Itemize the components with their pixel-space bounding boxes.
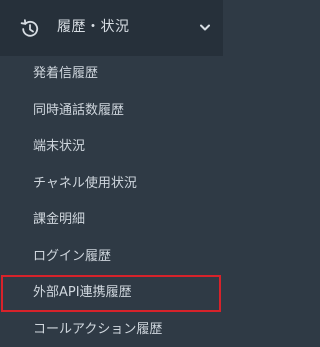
menu-item-login-history[interactable]: ログイン履歴 xyxy=(0,239,223,276)
sidebar-panel: 履歴・状況 発着信履歴 同時通話数履歴 端末状況 チャネル使用状況 課金明細 ロ… xyxy=(0,0,223,347)
menu-item-label: ログイン履歴 xyxy=(33,248,112,264)
menu-item-call-action-history[interactable]: コールアクション履歴 xyxy=(0,312,223,347)
menu-item-label: 課金明細 xyxy=(33,212,86,227)
chevron-down-icon[interactable] xyxy=(200,24,210,32)
menu-item-channel-usage[interactable]: チャネル使用状況 xyxy=(0,166,223,203)
section-header-history[interactable]: 履歴・状況 xyxy=(0,0,223,56)
menu-item-concurrent-calls-history[interactable]: 同時通話数履歴 xyxy=(0,93,223,130)
menu-item-device-status[interactable]: 端末状況 xyxy=(0,129,223,166)
section-title: 履歴・状況 xyxy=(57,19,130,35)
menu-item-call-history[interactable]: 発着信履歴 xyxy=(0,56,223,93)
menu-item-external-api-history[interactable]: 外部API連携履歴 xyxy=(1,275,221,312)
menu-item-label: 同時通話数履歴 xyxy=(33,102,125,118)
history-icon xyxy=(20,19,39,37)
menu-item-billing-details[interactable]: 課金明細 xyxy=(0,202,223,239)
history-menu: 発着信履歴 同時通話数履歴 端末状況 チャネル使用状況 課金明細 ログイン履歴 … xyxy=(0,56,223,347)
menu-item-label: チャネル使用状況 xyxy=(33,175,137,191)
menu-item-label: コールアクション履歴 xyxy=(33,321,163,337)
menu-item-label: 発着信履歴 xyxy=(33,66,99,81)
menu-item-label: 外部API連携履歴 xyxy=(33,285,132,300)
menu-item-label: 端末状況 xyxy=(33,139,86,154)
